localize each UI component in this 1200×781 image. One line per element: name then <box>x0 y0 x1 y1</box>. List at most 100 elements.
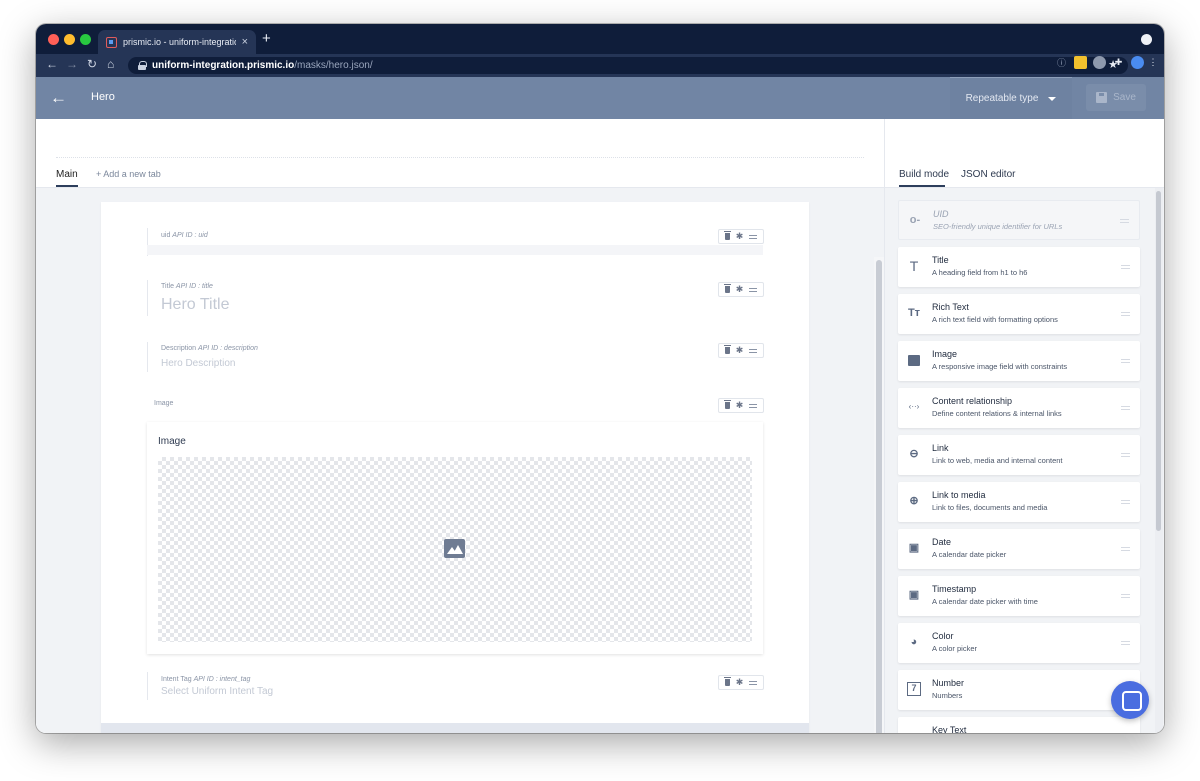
drag-handle-icon[interactable] <box>1121 406 1130 410</box>
gear-icon[interactable]: ✱ <box>736 401 744 410</box>
field-type-color[interactable]: ◕ Color A color picker <box>898 623 1140 663</box>
close-window-button[interactable] <box>48 34 59 45</box>
extension-icon[interactable] <box>1074 56 1087 69</box>
drag-handle-icon[interactable] <box>749 680 758 685</box>
palette-icon: ◕ <box>910 636 918 648</box>
editor-canvas: uid API ID : uid ✱ Title API ID : title <box>36 188 884 733</box>
new-tab-button[interactable]: + <box>262 30 271 47</box>
paperclip-icon: ⊕ <box>909 495 919 507</box>
reload-icon[interactable]: ↻ <box>87 57 97 71</box>
field-type-timestamp[interactable]: ▣ Timestamp A calendar date picker with … <box>898 576 1140 616</box>
drag-handle-icon[interactable] <box>1121 453 1130 457</box>
field-actions: ✱ <box>718 398 764 413</box>
profile-icon[interactable] <box>1141 34 1152 45</box>
trash-icon[interactable] <box>723 231 731 240</box>
forward-icon[interactable]: → <box>66 57 78 71</box>
gear-icon[interactable]: ✱ <box>736 346 744 355</box>
trash-icon[interactable] <box>723 400 731 409</box>
field-type-link-to-media[interactable]: ⊕ Link to media Link to files, documents… <box>898 482 1140 522</box>
field-type-image[interactable]: Image A responsive image field with cons… <box>898 341 1140 381</box>
type-dropdown[interactable]: Repeatable type <box>950 77 1072 119</box>
field-type-desc: Link to files, documents and media <box>932 503 1048 512</box>
trash-icon[interactable] <box>723 677 731 686</box>
field-type-rich-text[interactable]: Tт Rich Text A rich text field with form… <box>898 294 1140 334</box>
extension-icons: ⓘ ✚ ⋮ <box>1055 56 1158 69</box>
drag-handle-icon[interactable] <box>1121 594 1130 598</box>
maximize-window-button[interactable] <box>80 34 91 45</box>
tab-main[interactable]: Main <box>56 169 78 180</box>
field-type-key-text[interactable]: Key Text <box>898 717 1140 733</box>
number-icon: 7 <box>907 682 921 696</box>
drag-handle-icon[interactable] <box>1121 547 1130 551</box>
field-actions: ✱ <box>718 343 764 358</box>
back-icon[interactable]: ← <box>46 57 58 71</box>
gear-icon[interactable]: ✱ <box>736 232 744 241</box>
title-input[interactable]: Hero Title <box>161 296 229 314</box>
trash-icon[interactable] <box>723 284 731 293</box>
divider <box>56 157 864 158</box>
drag-handle-icon[interactable] <box>1121 641 1130 645</box>
main-scrollbar-thumb[interactable] <box>876 260 882 733</box>
image-field-title: Image <box>158 436 186 447</box>
trash-icon[interactable] <box>723 345 731 354</box>
home-icon[interactable]: ⌂ <box>107 57 114 71</box>
image-icon <box>908 355 920 366</box>
drag-handle-icon[interactable] <box>749 403 758 408</box>
gear-icon[interactable]: ✱ <box>736 285 744 294</box>
drag-handle-icon <box>1120 219 1129 223</box>
drag-handle-icon[interactable] <box>749 234 758 239</box>
field-type-title: Link to media <box>932 490 986 500</box>
save-button[interactable]: Save <box>1086 84 1146 111</box>
info-extension-icon[interactable]: ⓘ <box>1055 56 1068 69</box>
drag-handle-icon[interactable] <box>1121 359 1130 363</box>
minimize-window-button[interactable] <box>64 34 75 45</box>
intent-tag-select[interactable]: Select Uniform Intent Tag <box>161 686 273 697</box>
field-type-title: Title <box>932 255 949 265</box>
field-type-desc: Define content relations & internal link… <box>932 409 1062 418</box>
key-icon: o- <box>909 214 921 226</box>
fields-card: uid API ID : uid ✱ Title API ID : title <box>101 202 809 733</box>
account-icon[interactable] <box>1131 56 1144 69</box>
calendar-icon: ▣ <box>908 589 920 601</box>
field-label-description: Description API ID : description <box>161 345 258 352</box>
gear-icon[interactable]: ✱ <box>736 678 744 687</box>
browser-tab[interactable]: prismic.io - uniform-integration × <box>98 30 256 54</box>
drag-handle-icon[interactable] <box>1121 500 1130 504</box>
drag-handle-icon[interactable] <box>1121 312 1130 316</box>
back-arrow-icon[interactable]: ← <box>50 89 67 106</box>
address-bar[interactable]: uniform-integration.prismic.io /masks/he… <box>128 57 1128 74</box>
field-type-date[interactable]: ▣ Date A calendar date picker <box>898 529 1140 569</box>
field-type-content-relationship[interactable]: ‹··› Content relationship Define content… <box>898 388 1140 428</box>
field-type-title: UID <box>933 209 949 219</box>
field-rule <box>147 342 148 372</box>
field-type-number[interactable]: 7 Number Numbers <box>898 670 1140 710</box>
field-library-panel: Build mode JSON editor o- UID SEO-friend… <box>884 119 1164 733</box>
description-input[interactable]: Hero Description <box>161 358 235 369</box>
uid-input[interactable] <box>147 245 763 255</box>
field-type-desc: A calendar date picker <box>932 550 1007 559</box>
tab-json-editor[interactable]: JSON editor <box>961 169 1015 180</box>
add-tab-button[interactable]: + Add a new tab <box>96 169 161 179</box>
field-actions: ✱ <box>718 675 764 690</box>
field-type-title[interactable]: T Title A heading field from h1 to h6 <box>898 247 1140 287</box>
code-icon: ‹··› <box>908 402 920 411</box>
drag-handle-icon[interactable] <box>749 348 758 353</box>
image-placeholder-icon <box>444 539 465 558</box>
field-type-link[interactable]: ⊖ Link Link to web, media and internal c… <box>898 435 1140 475</box>
prismic-favicon-icon <box>106 36 117 48</box>
browser-toolbar: ← → ↻ ⌂ uniform-integration.prismic.io /… <box>36 54 1164 77</box>
image-field: Image <box>147 422 763 654</box>
rich-text-icon: Tт <box>907 307 921 319</box>
browser-window: prismic.io - uniform-integration × + ← →… <box>36 24 1164 733</box>
tab-build-mode[interactable]: Build mode <box>899 169 949 180</box>
image-dropzone[interactable] <box>158 457 752 642</box>
extension-icon-2[interactable] <box>1093 56 1106 69</box>
close-tab-icon[interactable]: × <box>242 36 248 48</box>
drag-handle-icon[interactable] <box>1121 265 1130 269</box>
field-type-desc: Numbers <box>932 691 963 700</box>
menu-dots-icon[interactable]: ⋮ <box>1149 56 1158 69</box>
puzzle-icon[interactable]: ✚ <box>1112 56 1125 69</box>
chat-support-button[interactable] <box>1111 681 1149 719</box>
drag-handle-icon[interactable] <box>749 287 758 292</box>
side-scrollbar-thumb[interactable] <box>1156 191 1161 531</box>
